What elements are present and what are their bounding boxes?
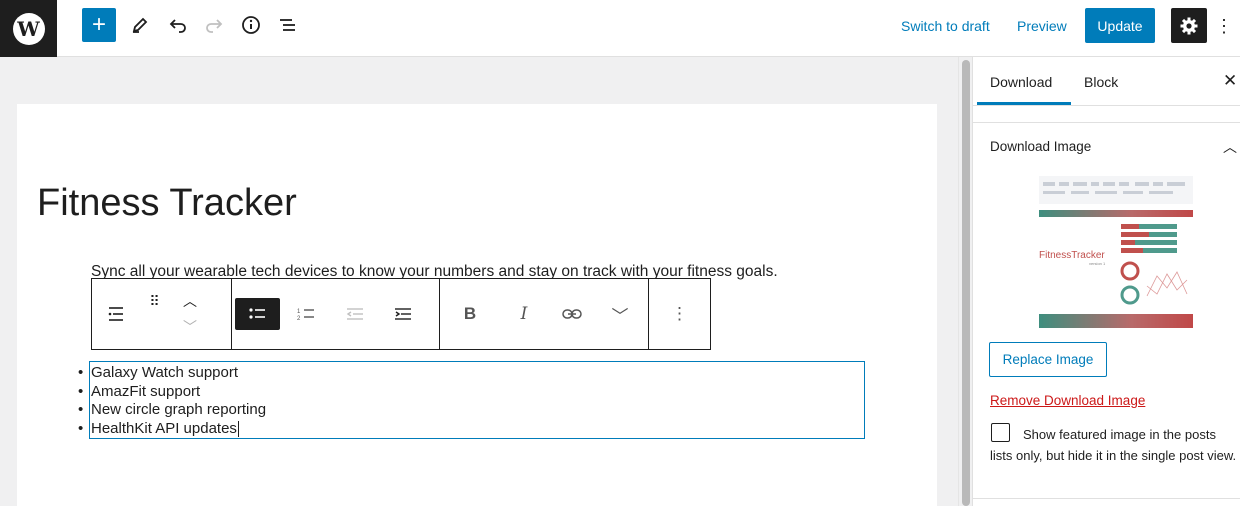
post-title[interactable]: Fitness Tracker: [37, 182, 297, 225]
drag-handle[interactable]: ⠿: [140, 279, 170, 349]
more-rich-text-button[interactable]: ﹀: [596, 279, 644, 349]
indent-button[interactable]: [379, 279, 427, 349]
active-tab-indicator: [977, 102, 1071, 105]
settings-button[interactable]: [1171, 8, 1207, 43]
link-button[interactable]: [548, 279, 596, 349]
scrollbar-thumb[interactable]: [962, 60, 970, 506]
editor-scrollbar[interactable]: [958, 57, 972, 506]
tools-button[interactable]: [123, 8, 157, 42]
svg-text:2: 2: [297, 316, 301, 321]
list-view-icon: [280, 19, 295, 31]
editor-canvas: Fitness Tracker Sync all your wearable t…: [17, 104, 937, 506]
more-vertical-icon: ⋮: [671, 304, 688, 323]
redo-button[interactable]: [197, 8, 231, 42]
svg-text:1: 1: [297, 309, 301, 315]
list-items: Galaxy Watch support AmazFit support New…: [78, 364, 266, 439]
outdent-icon: [346, 308, 363, 320]
undo-button[interactable]: [161, 8, 195, 42]
list-item[interactable]: New circle graph reporting: [78, 401, 266, 420]
bullet-list-icon: [248, 308, 265, 319]
wordpress-logo-button[interactable]: W: [0, 0, 57, 57]
drag-handle-icon: ⠿: [149, 293, 161, 309]
panel-toggle[interactable]: ︿: [1223, 137, 1237, 157]
list-view-button[interactable]: [271, 8, 305, 42]
gear-icon: [1180, 17, 1198, 34]
options-button[interactable]: ⋮: [1214, 12, 1234, 40]
list-item[interactable]: Galaxy Watch support: [78, 364, 266, 383]
preview-button[interactable]: Preview: [1017, 18, 1067, 34]
bold-icon: B: [463, 304, 477, 323]
more-vertical-icon: ⋮: [1215, 15, 1233, 36]
download-image-panel: Download Image ︿ FitnessTracker version …: [973, 122, 1240, 499]
block-toolbar: ⠿ ︿ ﹀ 12 B I ﹀ ⋮: [91, 278, 711, 350]
move-up-icon[interactable]: ︿: [183, 288, 197, 314]
settings-sidebar: Download Block ✕ Download Image ︿ Fitnes…: [972, 57, 1240, 506]
undo-icon: [169, 19, 186, 33]
replace-image-button[interactable]: Replace Image: [989, 342, 1107, 377]
chevron-down-icon: ﹀: [611, 306, 629, 326]
italic-icon: I: [520, 304, 528, 324]
list-item[interactable]: HealthKit API updates: [78, 420, 266, 439]
numbered-list-icon: 12: [297, 309, 314, 321]
pencil-icon: [132, 17, 148, 33]
editor-header: W + Switch to draft Preview Update ⋮: [0, 0, 1240, 57]
block-mover: ︿ ﹀: [170, 279, 210, 349]
block-options-button[interactable]: ⋮: [649, 279, 710, 349]
download-image-thumbnail: FitnessTracker version 1: [1039, 176, 1193, 328]
close-sidebar-button[interactable]: ✕: [1223, 71, 1237, 91]
sidebar-tabs: Download Block ✕: [973, 57, 1240, 106]
close-icon: ✕: [1223, 71, 1238, 90]
info-icon: [242, 16, 260, 34]
thumbnail-subtitle: version 1: [1089, 261, 1106, 266]
chevron-up-icon: ︿: [1223, 139, 1237, 155]
update-button[interactable]: Update: [1085, 8, 1155, 43]
indent-icon: [395, 308, 411, 320]
text-cursor: [237, 421, 239, 438]
link-icon: [562, 309, 582, 319]
outdent-button[interactable]: [331, 279, 379, 349]
list-item[interactable]: AmazFit support: [78, 383, 266, 402]
add-block-button[interactable]: +: [82, 8, 116, 42]
bold-button[interactable]: B: [440, 279, 500, 349]
italic-button[interactable]: I: [500, 279, 548, 349]
details-button[interactable]: [234, 8, 268, 42]
editor-content-area: Fitness Tracker Sync all your wearable t…: [0, 57, 958, 506]
remove-download-image-link[interactable]: Remove Download Image: [990, 393, 1145, 408]
redo-icon: [206, 19, 223, 33]
panel-title[interactable]: Download Image: [990, 139, 1091, 154]
plus-icon: +: [91, 11, 106, 38]
tab-download[interactable]: Download: [990, 74, 1052, 90]
move-down-icon[interactable]: ﹀: [183, 314, 197, 340]
list-block-icon: [108, 307, 123, 321]
wordpress-icon: W: [12, 12, 45, 45]
unordered-list-button[interactable]: [235, 298, 280, 330]
block-type-button[interactable]: [92, 279, 140, 349]
ordered-list-button[interactable]: 12: [283, 279, 331, 349]
tab-block[interactable]: Block: [1084, 74, 1118, 90]
thumbnail-title: FitnessTracker: [1039, 250, 1105, 261]
featured-image-checkbox-label: Show featured image in the posts lists o…: [990, 427, 1237, 463]
download-image-preview[interactable]: FitnessTracker version 1: [1039, 176, 1193, 328]
switch-to-draft-button[interactable]: Switch to draft: [901, 18, 990, 34]
